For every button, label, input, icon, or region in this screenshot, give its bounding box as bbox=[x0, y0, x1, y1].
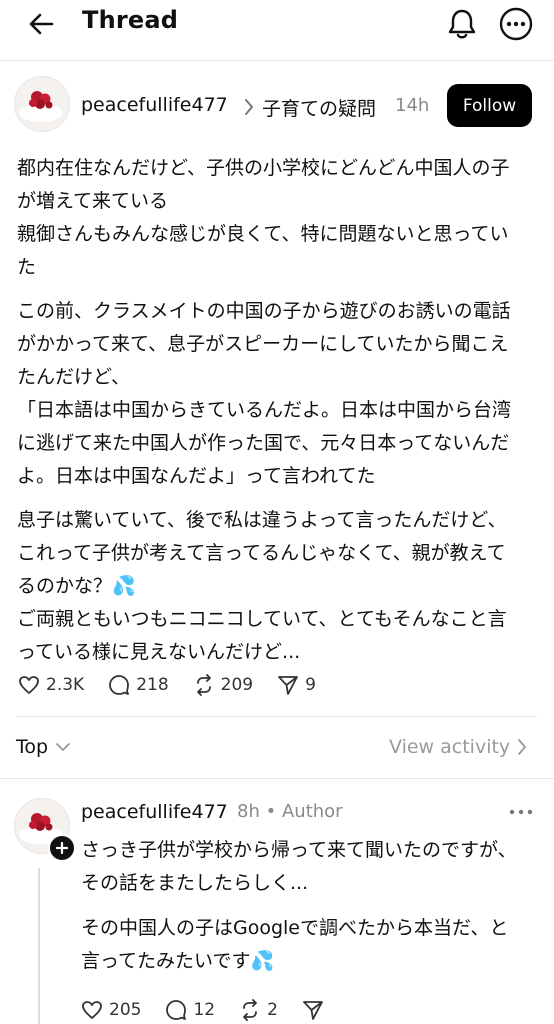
repost-icon bbox=[243, 999, 257, 1021]
heart-icon bbox=[82, 1001, 102, 1019]
plus-icon bbox=[56, 842, 68, 854]
author-badge: Author bbox=[281, 801, 343, 822]
like-button[interactable]: 2.3K bbox=[18, 675, 84, 695]
bell-icon bbox=[448, 9, 476, 39]
avatar[interactable] bbox=[14, 76, 70, 132]
chevron-down-icon bbox=[56, 743, 70, 751]
reply-paragraph-1: さっき子供が学校から帰って来て聞いたのですが、その話をまたしたらしく... bbox=[81, 839, 517, 894]
chevron-right-icon bbox=[243, 98, 255, 120]
notifications-button[interactable] bbox=[444, 6, 480, 42]
post-paragraph-1: 都内在住なんだけど、子供の小学校にどんどん中国人の子が増えて来ている 親御さんも… bbox=[17, 157, 510, 278]
reply-meta: 8h • Author bbox=[237, 801, 343, 822]
reply-repost-count: 2 bbox=[267, 1000, 278, 1020]
comment-button[interactable]: 218 bbox=[108, 674, 169, 696]
view-activity-link[interactable]: View activity bbox=[389, 736, 528, 758]
repost-count: 209 bbox=[220, 675, 254, 695]
reply-repost-button[interactable]: 2 bbox=[239, 999, 278, 1021]
send-icon bbox=[303, 1001, 323, 1020]
heart-icon bbox=[19, 676, 39, 694]
send-icon bbox=[278, 676, 298, 695]
more-circle-icon bbox=[499, 7, 533, 41]
more-options-button[interactable] bbox=[498, 6, 534, 42]
post-paragraph-3: 息子は驚いていて、後で私は違うよって言ったんだけど、これって子供が考えて言ってる… bbox=[17, 509, 507, 663]
reply-actions: 205 12 2 bbox=[81, 999, 354, 1021]
chevron-right-icon bbox=[518, 739, 527, 755]
reply-timestamp: 8h bbox=[237, 801, 260, 822]
comment-icon bbox=[166, 1000, 187, 1020]
reply-like-button[interactable]: 205 bbox=[81, 1000, 141, 1020]
post-username[interactable]: peacefullife477 bbox=[81, 94, 228, 116]
reply-username[interactable]: peacefullife477 bbox=[81, 801, 228, 823]
page-title: Thread bbox=[82, 6, 179, 34]
like-count: 2.3K bbox=[46, 675, 85, 695]
post-body: 都内在住なんだけど、子供の小学校にどんどん中国人の子が増えて来ている 親御さんも… bbox=[17, 152, 522, 680]
reply-more-button[interactable] bbox=[506, 800, 536, 824]
post-divider bbox=[17, 716, 537, 717]
reply-body: さっき子供が学校から帰って来て聞いたのですが、その話をまたしたらしく... その… bbox=[81, 834, 521, 990]
follow-plus-button[interactable] bbox=[48, 834, 76, 862]
arrow-left-icon bbox=[29, 13, 54, 35]
repost-button[interactable]: 209 bbox=[193, 674, 253, 696]
meta-separator: • bbox=[265, 801, 277, 822]
header-divider bbox=[0, 60, 554, 61]
share-count: 9 bbox=[305, 675, 316, 695]
activity-divider bbox=[0, 778, 554, 779]
reply-paragraph-2: その中国人の子はGoogleで調べたから本当だ、と言ってたみたいです💦 bbox=[81, 917, 509, 972]
repost-icon bbox=[196, 674, 211, 696]
community-link[interactable]: 子育ての疑問 bbox=[262, 94, 376, 121]
comment-icon bbox=[109, 675, 130, 695]
sort-label: Top bbox=[16, 736, 49, 758]
reply-like-count: 205 bbox=[109, 1000, 142, 1020]
thread-line bbox=[38, 868, 40, 1024]
comment-count: 218 bbox=[136, 675, 169, 695]
post-paragraph-2: この前、クラスメイトの中国の子から遊びのお誘いの電話がかかって来て、息子がスピー… bbox=[17, 300, 512, 487]
reply-share-button[interactable] bbox=[302, 999, 330, 1021]
back-button[interactable] bbox=[24, 8, 58, 40]
more-horizontal-icon bbox=[509, 809, 533, 815]
reply-comment-button[interactable]: 12 bbox=[165, 999, 215, 1021]
post-timestamp: 14h bbox=[395, 95, 430, 116]
share-button[interactable]: 9 bbox=[277, 674, 316, 696]
cake-avatar-image bbox=[15, 77, 69, 131]
reply-comment-count: 12 bbox=[193, 1000, 216, 1020]
view-activity-label: View activity bbox=[389, 736, 511, 758]
post-actions: 2.3K 218 209 9 bbox=[18, 674, 340, 696]
sort-dropdown[interactable]: Top bbox=[16, 736, 72, 758]
follow-button[interactable]: Follow bbox=[447, 84, 532, 127]
